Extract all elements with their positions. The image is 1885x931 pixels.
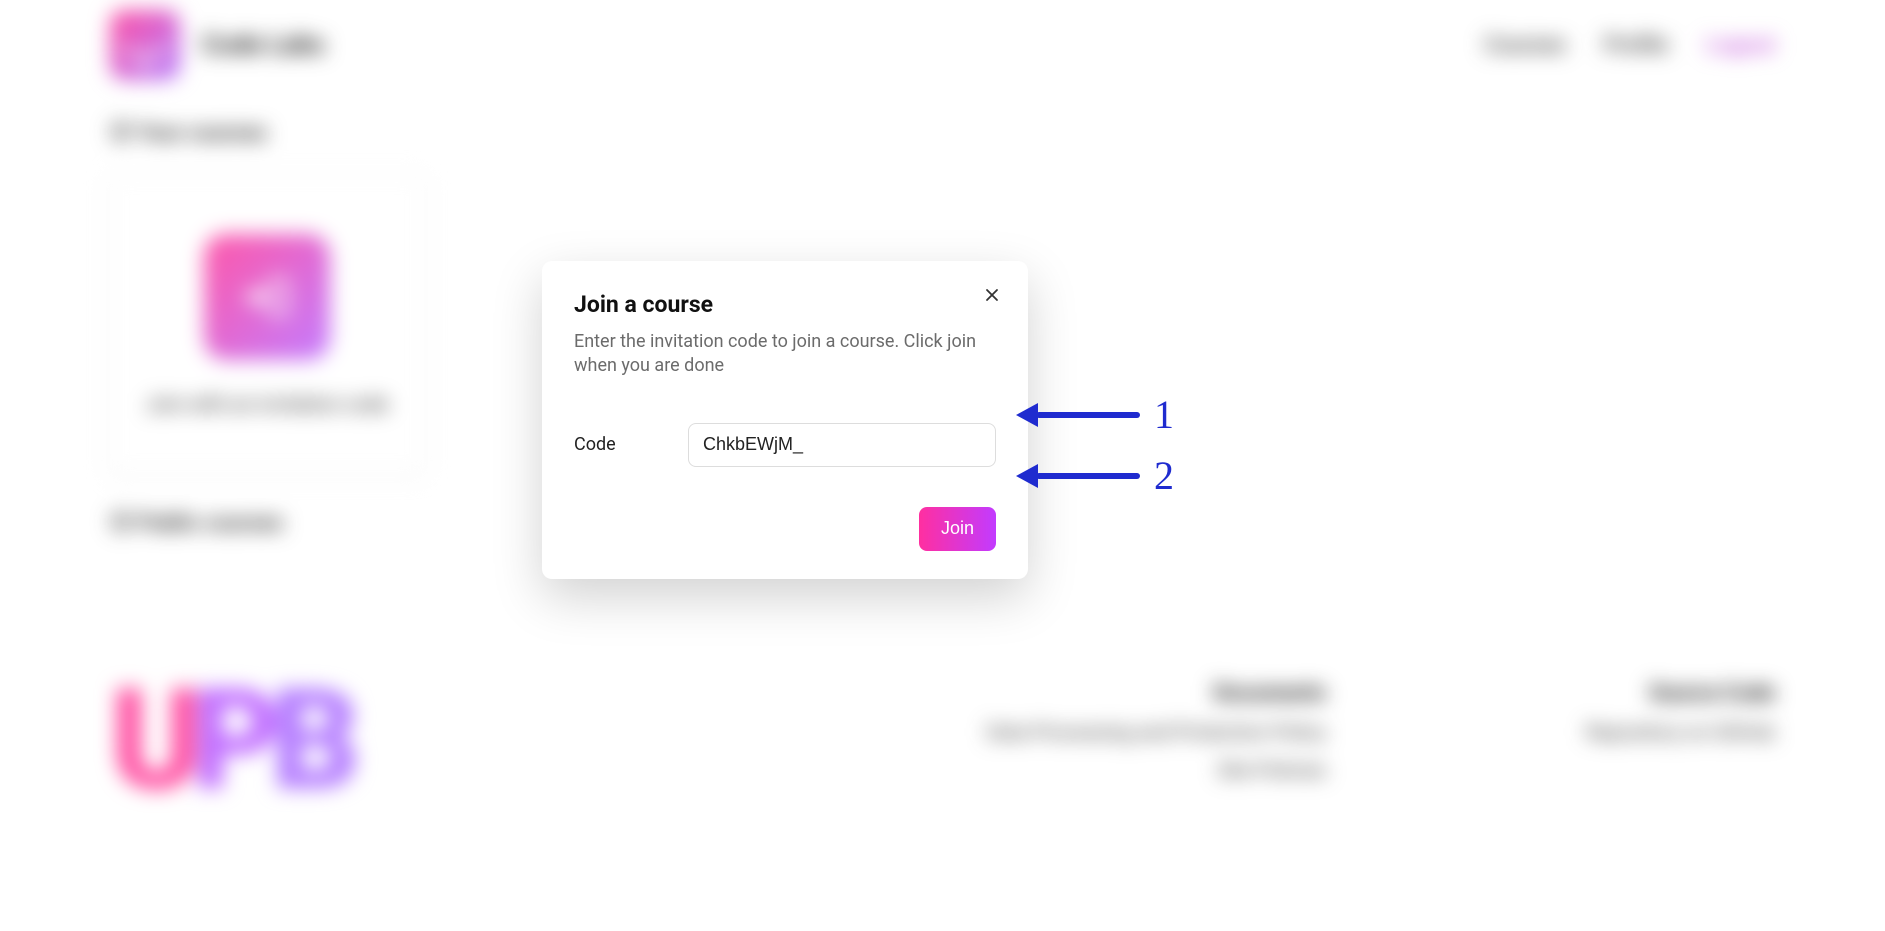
modal-overlay: Join a course Enter the invitation code …: [0, 0, 1885, 931]
code-input[interactable]: [688, 423, 996, 467]
code-label: Code: [574, 434, 664, 455]
modal-description: Enter the invitation code to join a cour…: [574, 330, 996, 379]
join-button[interactable]: Join: [919, 507, 996, 551]
close-button[interactable]: [978, 281, 1006, 309]
close-icon: [984, 287, 1000, 303]
join-course-modal: Join a course Enter the invitation code …: [542, 261, 1028, 579]
modal-title: Join a course: [574, 291, 996, 318]
